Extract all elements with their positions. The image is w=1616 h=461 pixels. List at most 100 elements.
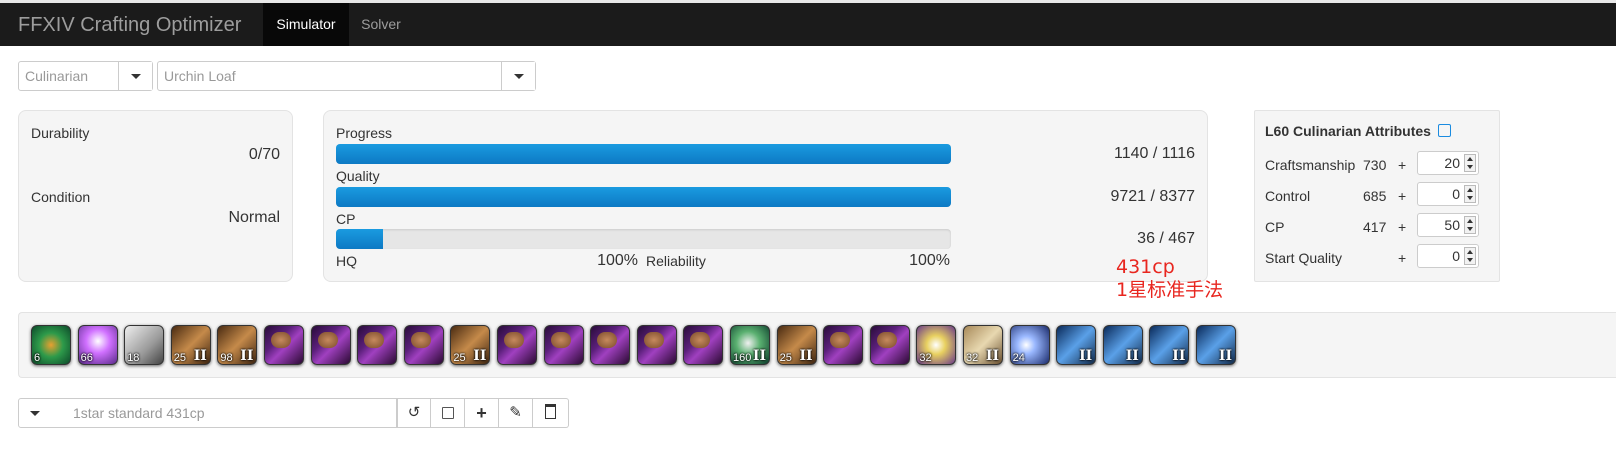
careful-synthesis-icon[interactable]: 24 [1009, 325, 1050, 365]
careful-synthesis-ii-icon[interactable]: II [1056, 325, 1097, 365]
cp-bar-fill [336, 229, 384, 249]
attributes-title-text: L60 Culinarian Attributes [1265, 123, 1431, 139]
hasty-touch-icon[interactable] [869, 325, 910, 365]
spinner-arrows-icon[interactable] [1464, 247, 1476, 265]
edit-icon[interactable] [1437, 124, 1451, 137]
control-label: Control [1265, 188, 1311, 204]
hasty-touch-icon[interactable] [310, 325, 351, 365]
action-cost: 32 [966, 352, 979, 364]
comfort-zone-icon[interactable]: 6 [31, 325, 71, 365]
cp-label: CP [336, 211, 356, 227]
action-rank: II [193, 348, 207, 364]
cp-bonus-value: 50 [1444, 217, 1460, 233]
progress-value: 1140 / 1116 [1114, 145, 1195, 162]
great-strides-ii-icon[interactable]: 160 II [730, 325, 770, 365]
careful-synthesis-ii-icon[interactable]: II [1196, 325, 1236, 365]
chevron-down-icon [131, 74, 141, 79]
action-cost: 32 [919, 352, 932, 364]
sequence-name-value: 1star standard 431cp [73, 405, 205, 421]
quality-bar-fill [336, 187, 951, 207]
manipulation-ii-icon[interactable]: 98 II [217, 325, 258, 365]
chevron-down-icon [30, 411, 40, 416]
plus-sign: + [1398, 219, 1407, 235]
progress-label: Progress [336, 125, 393, 141]
careful-synthesis-ii-icon[interactable]: II [1149, 325, 1190, 365]
hasty-touch-icon[interactable] [497, 325, 537, 365]
action-cost: 98 [220, 352, 233, 364]
craftsmanship-base: 730 [1363, 157, 1387, 173]
hasty-touch-icon[interactable] [543, 325, 584, 365]
control-bonus-input[interactable]: 0 [1417, 182, 1479, 206]
durability-label: Durability [31, 125, 90, 141]
recipe-select-toggle[interactable] [501, 62, 535, 90]
annotation: 431cp 1星标准手法 [1116, 256, 1223, 302]
attributes-title: L60 Culinarian Attributes [1265, 123, 1451, 139]
pencil-icon[interactable]: ✎ [499, 398, 533, 428]
navbar: FFXIV Crafting Optimizer Simulator Solve… [0, 0, 1616, 46]
hasty-touch-icon[interactable] [264, 325, 304, 365]
action-cost: 25 [173, 352, 187, 364]
plus-sign: + [1398, 157, 1407, 173]
action-rank: II [240, 348, 254, 364]
careful-synthesis-ii-icon[interactable]: II [1102, 325, 1143, 365]
reliability-label: Reliability [646, 253, 706, 269]
action-cost: 66 [80, 352, 93, 364]
hq-value: 100% [597, 252, 638, 269]
action-rank: II [1172, 348, 1186, 364]
ingenuity-icon[interactable]: 18 [124, 325, 165, 365]
hasty-touch-icon[interactable] [683, 325, 724, 365]
inner-quiet-icon[interactable]: 66 [77, 325, 118, 365]
class-select[interactable]: Culinarian [18, 61, 153, 91]
save-icon[interactable] [431, 398, 465, 428]
tab-simulator[interactable]: Simulator [263, 3, 349, 46]
hasty-touch-icon[interactable] [357, 325, 398, 365]
action-cost: 24 [1012, 352, 1025, 364]
action-rank: II [799, 348, 813, 364]
start-quality-label: Start Quality [1265, 250, 1343, 266]
hasty-touch-icon[interactable] [636, 325, 677, 365]
action-sequence: 6 66 18 25 II 98 II 25 II 160 II 25 II 32 32 II 24 II II II… [18, 312, 1616, 378]
innovation-icon[interactable]: 32 [916, 325, 957, 365]
craftsmanship-bonus-input[interactable]: 20 [1417, 151, 1479, 175]
quality-bar [336, 187, 951, 207]
byregots-blessing-ii-icon[interactable]: 32 II [963, 325, 1003, 365]
hasty-touch-icon[interactable] [590, 325, 631, 365]
quality-label: Quality [336, 168, 380, 184]
steady-hand-ii-icon[interactable]: 25 II [776, 325, 817, 365]
spinner-arrows-icon[interactable] [1464, 216, 1476, 234]
hasty-touch-icon[interactable] [403, 325, 444, 365]
cp-bonus-input[interactable]: 50 [1417, 213, 1479, 237]
sequence-dropdown-button[interactable] [18, 398, 50, 428]
annotation-line2: 1星标准手法 [1116, 279, 1224, 301]
trash-icon[interactable] [533, 398, 569, 428]
cp-attr-label: CP [1265, 219, 1285, 235]
condition-value: Normal [228, 209, 280, 226]
hasty-touch-icon[interactable] [823, 325, 864, 365]
undo-icon[interactable]: ↺ [397, 398, 431, 428]
craftsmanship-label: Craftsmanship [1265, 157, 1356, 173]
action-cost: 160 [733, 352, 752, 364]
recipe-select[interactable]: Urchin Loaf [157, 61, 536, 91]
spinner-arrows-icon[interactable] [1464, 154, 1476, 172]
start-quality-input[interactable]: 0 [1417, 244, 1479, 268]
progress-bar [336, 144, 951, 164]
durability-value: 0/70 [248, 146, 280, 163]
attributes-panel: L60 Culinarian Attributes Craftsmanship … [1254, 110, 1500, 282]
reliability-value: 100% [909, 252, 950, 269]
cp-attr-base: 417 [1363, 219, 1387, 235]
tab-solver[interactable]: Solver [351, 3, 411, 46]
brand-title[interactable]: FFXIV Crafting Optimizer [18, 14, 241, 37]
spinner-arrows-icon[interactable] [1464, 185, 1476, 203]
action-rank: II [752, 348, 766, 364]
sequence-name-input[interactable]: 1star standard 431cp [49, 398, 397, 428]
hq-label: HQ [336, 253, 357, 269]
add-icon[interactable]: + [465, 398, 499, 428]
action-cost: 25 [779, 352, 792, 364]
steady-hand-ii-icon[interactable]: 25 II [170, 325, 211, 365]
progress-panel: Progress 1140 / 1116 Quality 9721 / 8377… [323, 110, 1208, 282]
class-select-toggle[interactable] [118, 62, 152, 90]
action-cost: 25 [453, 352, 466, 364]
control-bonus-value: 0 [1452, 186, 1460, 202]
action-cost: 6 [34, 352, 41, 364]
steady-hand-ii-icon[interactable]: 25 II [450, 325, 491, 365]
